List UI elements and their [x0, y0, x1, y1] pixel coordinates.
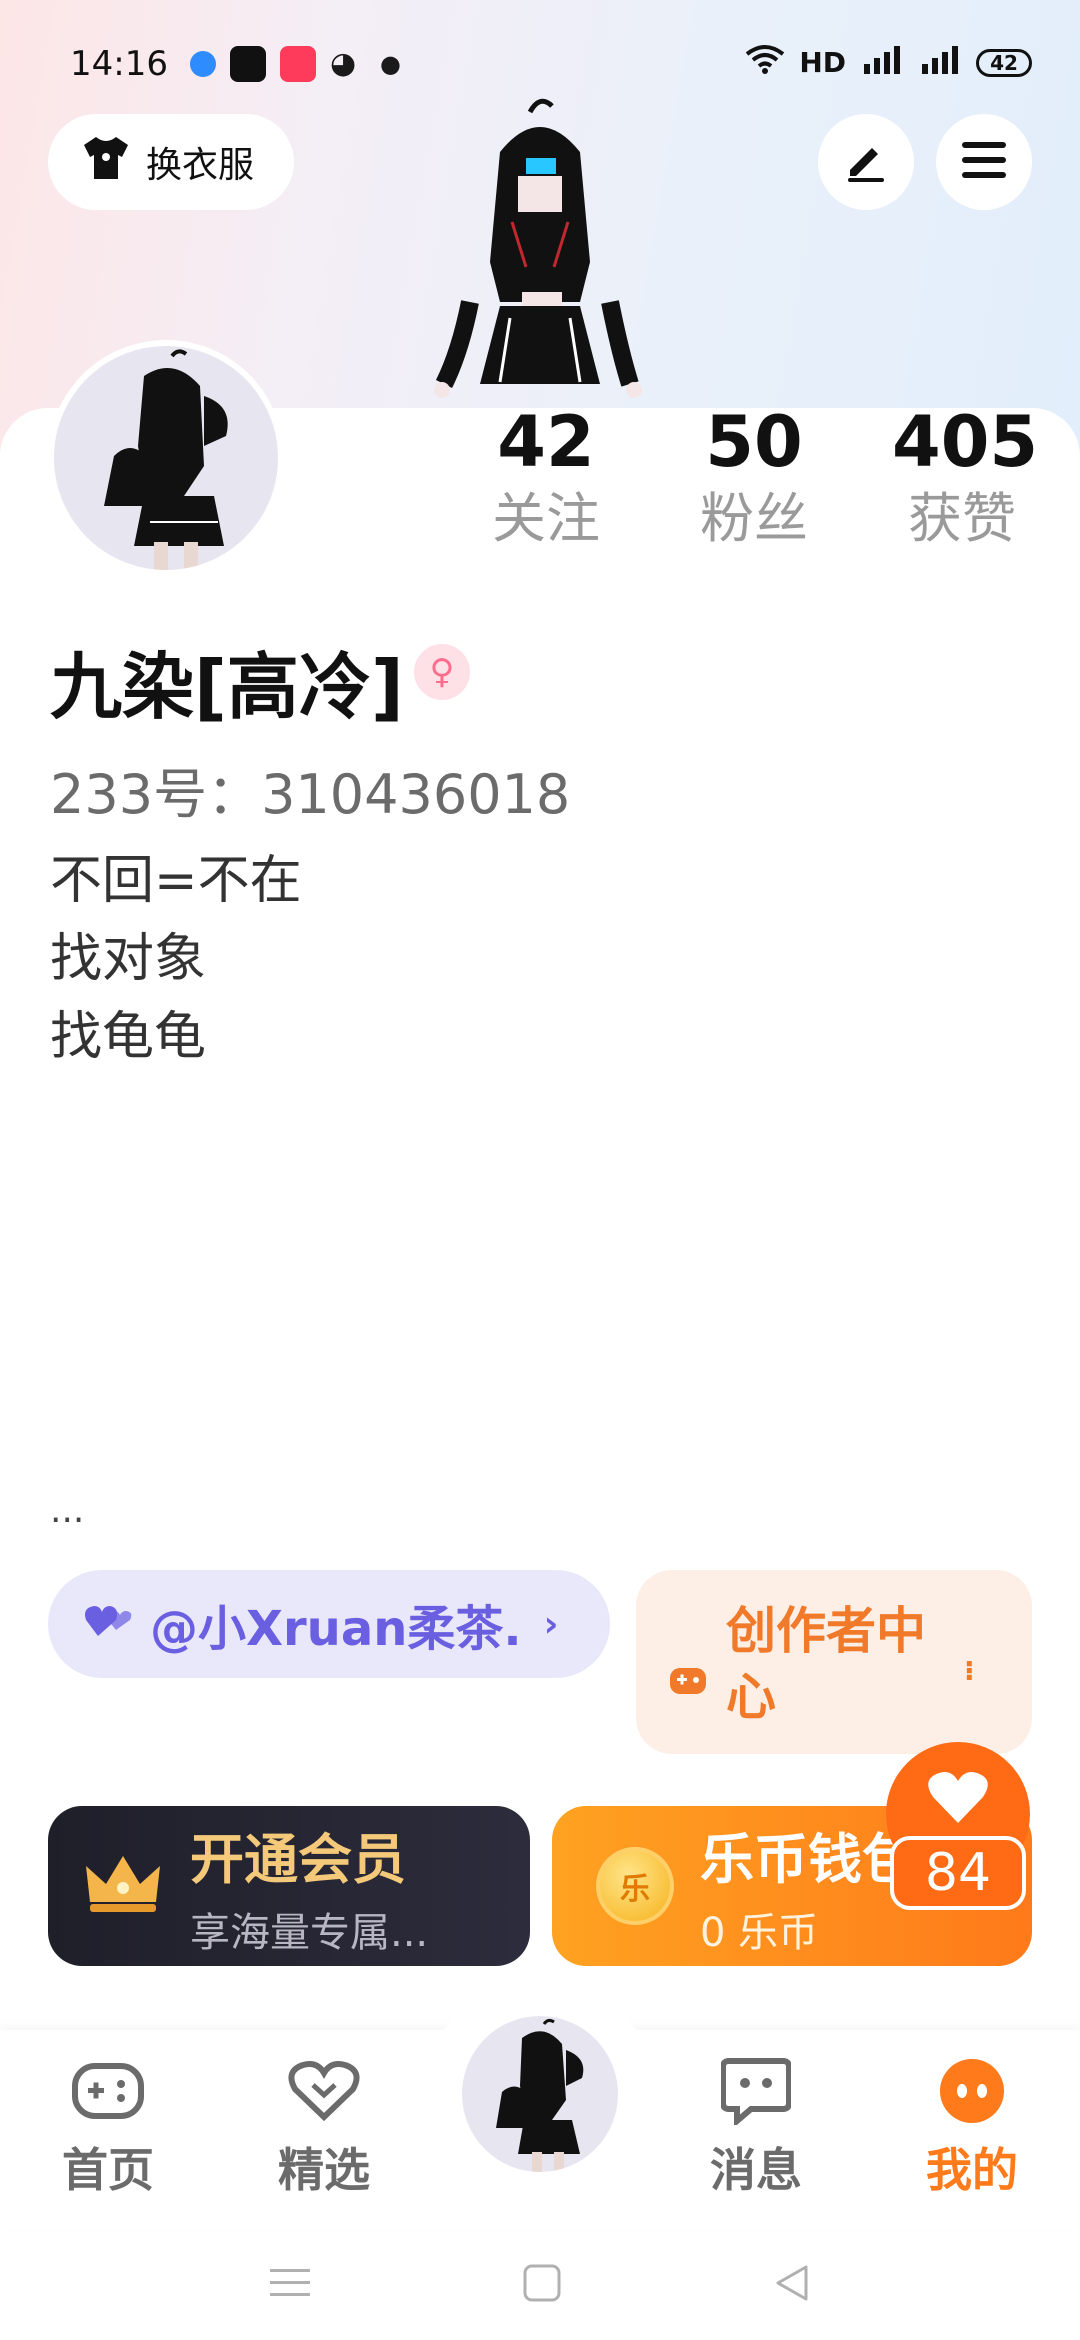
- more-notifications-icon: ●: [380, 50, 401, 78]
- app-notification-icon: [190, 51, 216, 77]
- gamepad-plus-icon: [668, 1648, 708, 1730]
- nav-label-featured: 精选: [278, 2143, 370, 2197]
- heart-badge-icon: [254, 2054, 394, 2128]
- open-vip-button[interactable]: 开通会员 享海量专属...: [48, 1806, 530, 1966]
- chat-icon: [686, 2054, 826, 2128]
- wechat-icon: ◕: [330, 46, 357, 81]
- pen-icon: [842, 136, 890, 188]
- nav-item-featured[interactable]: 精选: [254, 2054, 394, 2200]
- profile-dots-icon: [902, 2054, 1042, 2128]
- vip-subtitle: 享海量专属...: [190, 1909, 429, 1956]
- chevron-right-icon: ›: [543, 1603, 559, 1645]
- bio: 不回=不在 找对象 找龟龟: [50, 842, 302, 1076]
- battery-icon: 42: [976, 48, 1032, 77]
- wallet-title: 乐币钱包: [700, 1827, 916, 1891]
- bio-line: 找龟龟: [50, 1007, 207, 1067]
- avatar-character-illustration[interactable]: [430, 92, 650, 414]
- cp-link-label: @小Xruan柔茶.: [150, 1601, 522, 1657]
- user-id[interactable]: 233号：310436018: [50, 750, 570, 829]
- nav-item-messages[interactable]: 消息: [686, 2054, 826, 2200]
- vip-title: 开通会员: [190, 1827, 406, 1891]
- stat-followers[interactable]: 50 粉丝: [684, 400, 824, 554]
- profile-stats: 42 关注 50 粉丝 405 获赞: [476, 400, 1039, 554]
- creator-center-button[interactable]: 创作者中心 ⁝: [636, 1570, 1032, 1754]
- following-label: 关注: [492, 487, 600, 550]
- tshirt-icon: [80, 135, 132, 190]
- nav-item-me[interactable]: 我的: [902, 2054, 1042, 2200]
- profile-avatar[interactable]: [48, 340, 284, 576]
- status-time: 14:16: [70, 44, 168, 84]
- stat-likes[interactable]: 405 获赞: [892, 400, 1039, 554]
- change-outfit-button[interactable]: 换衣服: [48, 114, 294, 210]
- menu-icon: [960, 140, 1008, 184]
- bio-line: 不回=不在: [50, 851, 302, 911]
- cp-link-button[interactable]: @小Xruan柔茶. ›: [48, 1570, 610, 1678]
- bio-expand-ellipsis[interactable]: ...: [50, 1490, 84, 1531]
- double-heart-icon: [84, 1596, 134, 1652]
- username: 九染[高冷]: [50, 645, 404, 729]
- change-outfit-label: 换衣服: [146, 145, 255, 186]
- female-gender-icon: ♀: [414, 644, 470, 700]
- gamepad-icon: [38, 2054, 178, 2128]
- like-floating-button[interactable]: 84: [886, 1742, 1030, 1952]
- likes-received-count: 405: [892, 401, 1039, 483]
- following-count: 42: [497, 401, 595, 483]
- video-app-icon: [280, 46, 316, 82]
- followers-label: 粉丝: [700, 487, 808, 550]
- back-icon[interactable]: [772, 2263, 812, 2307]
- tiktok-icon: [230, 46, 266, 82]
- likes-received-label: 获赞: [908, 487, 1016, 550]
- stat-following[interactable]: 42 关注: [476, 400, 616, 554]
- edit-profile-button[interactable]: [818, 114, 914, 210]
- hd-indicator: HD: [799, 46, 846, 79]
- wifi-icon: [745, 44, 785, 81]
- home-icon[interactable]: [522, 2263, 562, 2307]
- status-right: HD 42: [745, 44, 1032, 81]
- more-dots-icon: ⁝: [964, 1654, 975, 1687]
- nav-label-me: 我的: [926, 2143, 1018, 2197]
- bio-line: 找对象: [50, 929, 207, 989]
- signal-icon-2: [918, 44, 962, 81]
- creator-center-label: 创作者中心: [726, 1602, 926, 1726]
- system-nav-bar: [0, 2230, 1080, 2340]
- menu-button[interactable]: [936, 114, 1032, 210]
- crown-icon: [84, 1852, 162, 1920]
- coin-icon: 乐: [596, 1847, 674, 1925]
- like-count: 84: [890, 1836, 1026, 1910]
- nav-center-avatar[interactable]: [456, 2010, 624, 2178]
- signal-icon: [860, 44, 904, 81]
- nav-label-messages: 消息: [710, 2143, 802, 2197]
- notification-icons: ◕ ●: [190, 46, 401, 82]
- nav-label-home: 首页: [62, 2143, 154, 2197]
- heart-icon: [927, 1769, 989, 1829]
- wallet-balance: 0 乐币: [700, 1909, 819, 1956]
- nav-item-home[interactable]: 首页: [38, 2054, 178, 2200]
- followers-count: 50: [705, 401, 803, 483]
- recent-apps-icon[interactable]: [268, 2265, 312, 2305]
